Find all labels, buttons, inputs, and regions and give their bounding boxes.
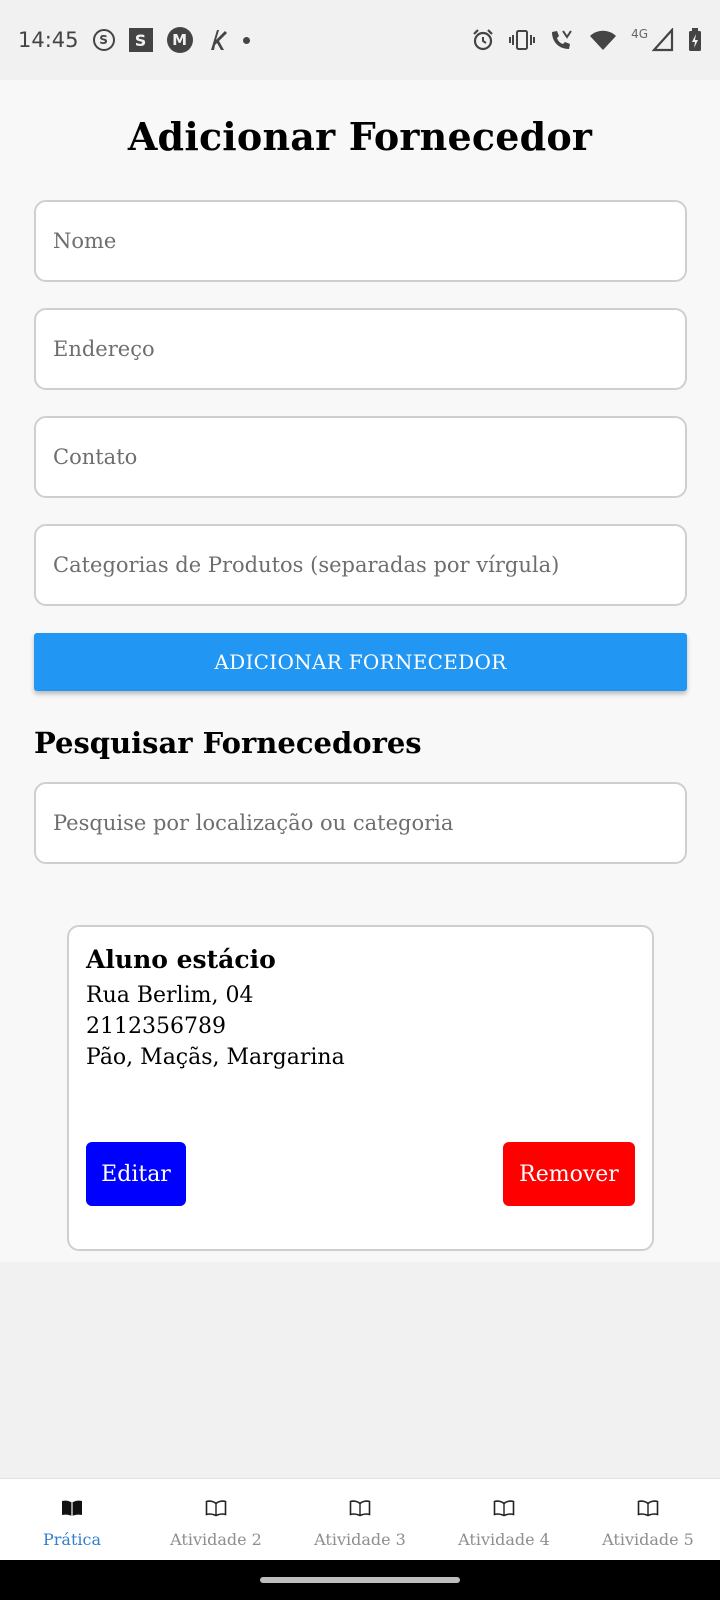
- tab-pratica[interactable]: Prática: [0, 1479, 144, 1560]
- main-content: Adicionar Fornecedor Nome Endereço Conta…: [0, 80, 720, 1262]
- tab-atividade-4[interactable]: Atividade 4: [432, 1479, 576, 1560]
- categories-input-placeholder: Categorias de Produtos (separadas por ví…: [53, 553, 560, 577]
- s-circle-icon: S: [92, 29, 115, 51]
- edit-button[interactable]: Editar: [86, 1142, 186, 1206]
- tab-label: Atividade 2: [170, 1530, 262, 1549]
- s-square-icon: S: [128, 28, 153, 52]
- add-supplier-button[interactable]: ADICIONAR FORNECEDOR: [34, 633, 687, 691]
- wifi-calling-icon: [549, 28, 575, 52]
- supplier-contact: 2112356789: [86, 1014, 226, 1039]
- book-open-icon: [205, 1500, 227, 1517]
- tab-atividade-2[interactable]: Atividade 2: [144, 1479, 288, 1560]
- book-open-icon: [493, 1500, 515, 1517]
- search-section-title: Pesquisar Fornecedores: [34, 726, 422, 760]
- vibrate-icon: [509, 28, 536, 52]
- status-time: 14:45: [18, 28, 79, 52]
- address-input[interactable]: Endereço: [34, 308, 687, 390]
- wifi-icon: [589, 28, 617, 52]
- supplier-name: Aluno estácio: [86, 945, 276, 974]
- categories-input[interactable]: Categorias de Produtos (separadas por ví…: [34, 524, 687, 606]
- system-nav-bar: [0, 1560, 720, 1600]
- contact-input-placeholder: Contato: [53, 445, 138, 469]
- name-input-placeholder: Nome: [53, 229, 117, 253]
- search-input-placeholder: Pesquise por localização ou categoria: [53, 811, 454, 835]
- tab-label: Atividade 3: [314, 1530, 406, 1549]
- page-title: Adicionar Fornecedor: [127, 114, 593, 159]
- dot-icon: [242, 36, 250, 44]
- status-right: 4G: [471, 27, 702, 52]
- address-input-placeholder: Endereço: [53, 337, 155, 361]
- alarm-icon: [471, 28, 495, 52]
- supplier-categories: Pão, Maçãs, Margarina: [86, 1045, 345, 1070]
- tab-atividade-3[interactable]: Atividade 3: [288, 1479, 432, 1560]
- network-type: 4G: [631, 27, 648, 41]
- motorola-icon: M: [166, 27, 193, 53]
- tab-label: Atividade 5: [602, 1530, 694, 1549]
- supplier-address: Rua Berlim, 04: [86, 983, 254, 1008]
- battery-icon: [688, 28, 702, 52]
- book-open-icon: [349, 1500, 371, 1517]
- search-input[interactable]: Pesquise por localização ou categoria: [34, 782, 687, 864]
- tab-label: Atividade 4: [458, 1530, 550, 1549]
- contact-input[interactable]: Contato: [34, 416, 687, 498]
- bottom-tab-bar: Prática Atividade 2 Atividade 3 Atividad…: [0, 1478, 720, 1560]
- status-bar: 14:45 S S M 4G: [0, 0, 720, 80]
- remove-button[interactable]: Remover: [503, 1142, 635, 1206]
- supplier-card: Aluno estácio Rua Berlim, 04 2112356789 …: [67, 925, 654, 1251]
- status-left: 14:45 S S M: [18, 27, 250, 53]
- signal-icon: [652, 28, 674, 52]
- name-input[interactable]: Nome: [34, 200, 687, 282]
- tab-label: Prática: [43, 1530, 101, 1549]
- tab-atividade-5[interactable]: Atividade 5: [576, 1479, 720, 1560]
- k-icon: [207, 28, 229, 52]
- home-gesture-handle[interactable]: [260, 1577, 460, 1583]
- book-open-icon: [62, 1500, 82, 1516]
- book-open-icon: [637, 1500, 659, 1517]
